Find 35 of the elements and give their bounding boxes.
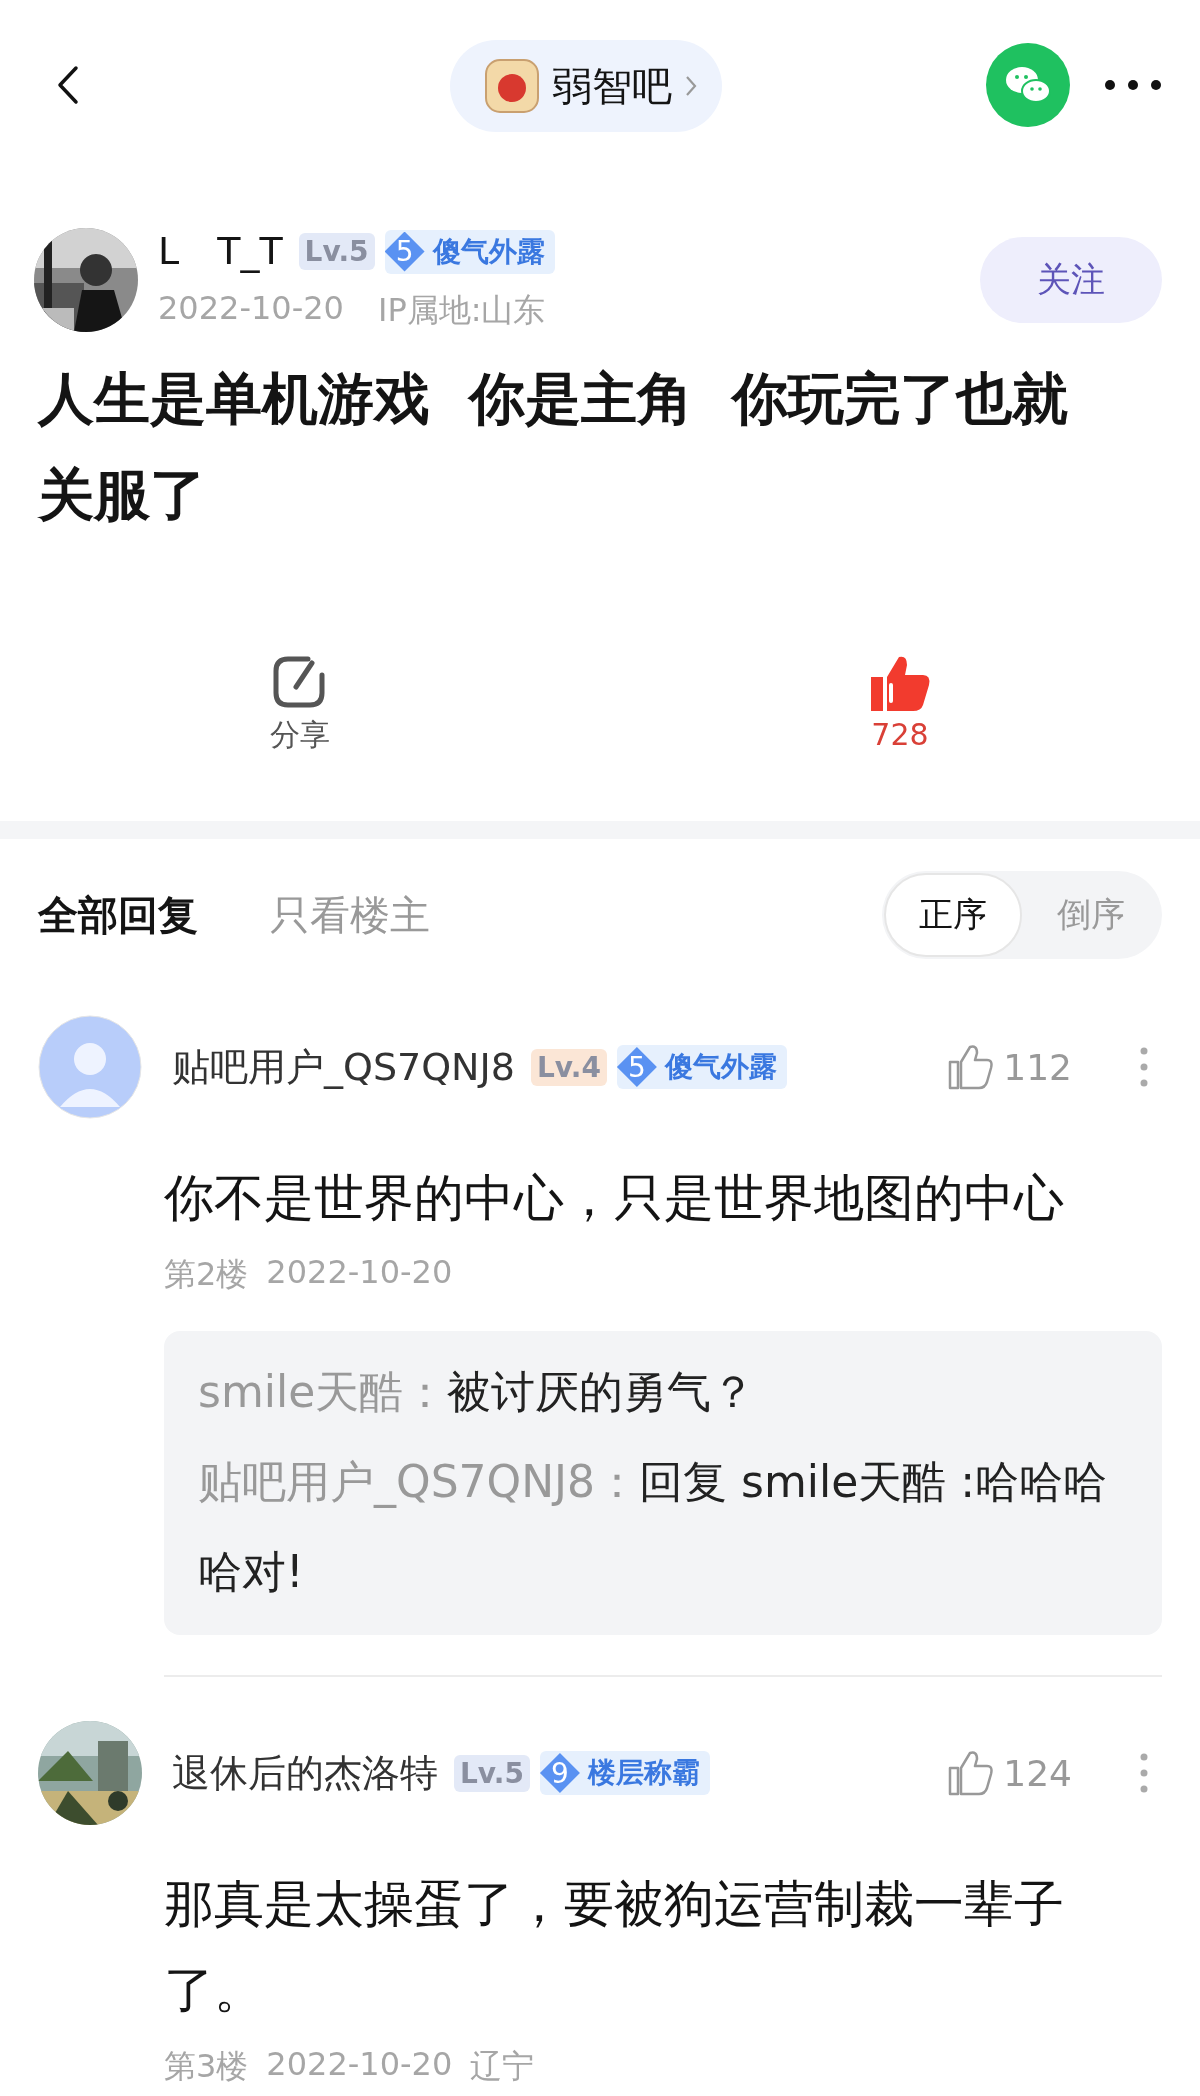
- chat-bubbles-icon[interactable]: [986, 43, 1070, 127]
- ip-location: 辽宁: [470, 2046, 535, 2087]
- level-badge: Lv.4: [530, 1048, 607, 1086]
- level-badge: Lv.5: [454, 1754, 530, 1792]
- sort-option[interactable]: 正序: [884, 873, 1022, 957]
- floor-number: 第2楼: [164, 1254, 249, 1295]
- like-button[interactable]: 728: [600, 653, 1200, 773]
- reply-tab[interactable]: 全部回复: [38, 887, 198, 943]
- username[interactable]: L T_T: [158, 226, 283, 277]
- reply-text[interactable]: 贴吧用户_QS7QNJ8：回复 smile天酷 :哈哈哈哈对!: [198, 1437, 1132, 1617]
- post-title: 人生是单机游戏 你是主角 你玩完了也就关服了: [38, 365, 1069, 529]
- comment-date: 2022-10-20: [266, 1253, 453, 1293]
- username[interactable]: 贴吧用户_QS7QNJ8: [172, 1041, 515, 1093]
- comment-text: 那真是太操蛋了，要被狗运营制裁一辈子了。: [164, 1874, 1065, 2021]
- username[interactable]: 退休后的杰洛特: [172, 1747, 438, 1799]
- title-badge: 5 傻气外露: [384, 229, 555, 274]
- title-badge: 9 楼层称霸: [539, 1751, 710, 1795]
- thumbs-up-icon: [947, 1044, 994, 1090]
- comment-date: 2022-10-20: [266, 2045, 453, 2085]
- comment-text: 你不是世界的中心，只是世界地图的中心: [164, 1168, 1065, 1229]
- back-icon[interactable]: [56, 65, 80, 105]
- title-badge: 5 傻气外露: [616, 1045, 787, 1089]
- forum-icon: [484, 58, 540, 114]
- share-button[interactable]: 分享: [0, 653, 600, 773]
- forum-button[interactable]: 弱智吧: [450, 40, 722, 132]
- chevron-icon: [684, 74, 698, 98]
- post-date: 2022-10-20: [158, 289, 344, 329]
- floor-number: 第3楼: [164, 2046, 249, 2087]
- reply-text[interactable]: smile天酷：被讨厌的勇气？: [198, 1347, 1132, 1437]
- follow-button[interactable]: 关注: [980, 236, 1162, 323]
- ip-location: IP属地:山东: [377, 290, 546, 331]
- avatar-icon: [38, 1015, 142, 1119]
- thumbs-up-icon: [947, 1750, 994, 1796]
- more-icon[interactable]: [1104, 79, 1162, 91]
- level-badge: Lv.5: [298, 233, 375, 270]
